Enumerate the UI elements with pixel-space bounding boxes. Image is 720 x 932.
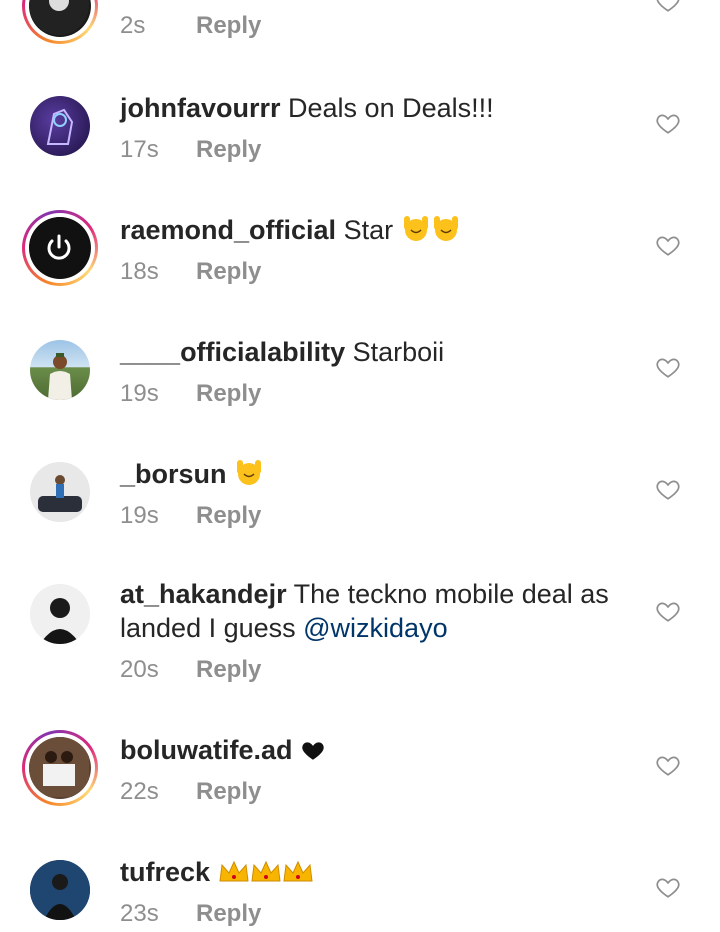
avatar: [30, 860, 90, 920]
crown-emoji: [250, 860, 281, 882]
reply-button[interactable]: Reply: [196, 380, 261, 407]
crown-emoji: [218, 860, 249, 882]
avatar: [30, 96, 90, 156]
comment-meta: 22s Reply: [120, 778, 261, 806]
comment-username[interactable]: tufreck: [120, 857, 210, 887]
comment-text: ____officialability Starboii: [120, 335, 640, 369]
comment-time: 20s: [120, 656, 159, 683]
raised-hands-emoji: [433, 216, 458, 241]
comment-meta: 19s Reply: [120, 502, 261, 530]
comment-username[interactable]: _borsun: [120, 459, 227, 489]
comment-text: boluwatife.ad: [120, 733, 640, 767]
comment-username[interactable]: raemond_official: [120, 215, 336, 245]
avatar-story-ring[interactable]: [22, 730, 98, 806]
like-heart-icon[interactable]: [655, 0, 681, 14]
comment-text: tufreck: [120, 855, 640, 889]
comment-time: 19s: [120, 380, 159, 407]
comment-username[interactable]: boluwatife.ad: [120, 735, 293, 765]
reply-button[interactable]: Reply: [196, 12, 261, 39]
reply-button[interactable]: Reply: [196, 136, 261, 163]
comment-body: [210, 857, 218, 887]
comment-time: 2s: [120, 12, 146, 39]
comment-time: 17s: [120, 136, 159, 163]
avatar: [29, 217, 91, 279]
comment-meta: 23s Reply: [120, 900, 261, 928]
comment-username[interactable]: at_hakandejr: [120, 579, 287, 609]
avatar: [29, 737, 91, 799]
comment-time: 22s: [120, 778, 159, 805]
like-heart-icon[interactable]: [655, 354, 681, 380]
avatar: [29, 0, 91, 37]
avatar: [30, 584, 90, 644]
raised-hands-emoji: [403, 216, 428, 241]
comment-username[interactable]: ____officialability: [120, 337, 345, 367]
avatar-image-icon: [46, 108, 74, 145]
power-icon: [29, 217, 89, 277]
comment-time: 18s: [120, 258, 159, 285]
comment-meta: 19s Reply: [120, 380, 261, 408]
reply-button[interactable]: Reply: [196, 778, 261, 805]
avatar-wrap[interactable]: [22, 88, 98, 164]
comment-meta: 17s Reply: [120, 136, 261, 164]
avatar-story-ring[interactable]: [22, 210, 98, 286]
avatar: [30, 340, 90, 400]
reply-button[interactable]: Reply: [196, 258, 261, 285]
reply-button[interactable]: Reply: [196, 900, 261, 927]
comment-text: _borsun: [120, 457, 640, 491]
black-heart-emoji: [302, 742, 324, 760]
comment-body: Deals on Deals!!!: [280, 93, 494, 123]
reply-button[interactable]: Reply: [196, 656, 261, 683]
comment-body: [227, 459, 235, 489]
like-heart-icon[interactable]: [655, 232, 681, 258]
avatar-image-icon: [48, 353, 72, 400]
avatar-wrap[interactable]: [22, 332, 98, 408]
comment-text: raemond_official Star: [120, 213, 640, 247]
avatar-wrap[interactable]: [22, 576, 98, 652]
like-heart-icon[interactable]: [655, 110, 681, 136]
avatar-image-icon: [29, 737, 89, 797]
avatar-image-icon: [29, 0, 89, 35]
comment-time: 23s: [120, 900, 159, 927]
reply-button[interactable]: Reply: [196, 502, 261, 529]
crown-emoji: [282, 860, 313, 882]
avatar-wrap[interactable]: [22, 852, 98, 928]
comment-meta: 18s Reply: [120, 258, 261, 286]
comment-body: Star: [336, 215, 394, 245]
comment-body: Starboii: [345, 337, 445, 367]
comment-username[interactable]: johnfavourrr: [120, 93, 281, 123]
avatar-image-icon: [30, 860, 90, 920]
comment-meta: 20s Reply: [120, 656, 261, 684]
avatar: [30, 462, 90, 522]
like-heart-icon[interactable]: [655, 874, 681, 900]
avatar-story-ring[interactable]: [22, 0, 98, 44]
raised-hands-emoji: [237, 460, 262, 485]
comment-body: [293, 735, 301, 765]
mention-link[interactable]: @wizkidayo: [303, 613, 447, 643]
like-heart-icon[interactable]: [655, 598, 681, 624]
avatar-image-icon: [30, 462, 90, 522]
like-heart-icon[interactable]: [655, 752, 681, 778]
comment-time: 19s: [120, 502, 159, 529]
comment-text: at_hakandejr The teckno mobile deal as l…: [120, 577, 640, 645]
avatar-wrap[interactable]: [22, 454, 98, 530]
comment-text: johnfavourrr Deals on Deals!!!: [120, 91, 640, 125]
avatar-image-icon: [30, 584, 90, 644]
comment-meta: 2s Reply: [120, 12, 261, 40]
like-heart-icon[interactable]: [655, 476, 681, 502]
